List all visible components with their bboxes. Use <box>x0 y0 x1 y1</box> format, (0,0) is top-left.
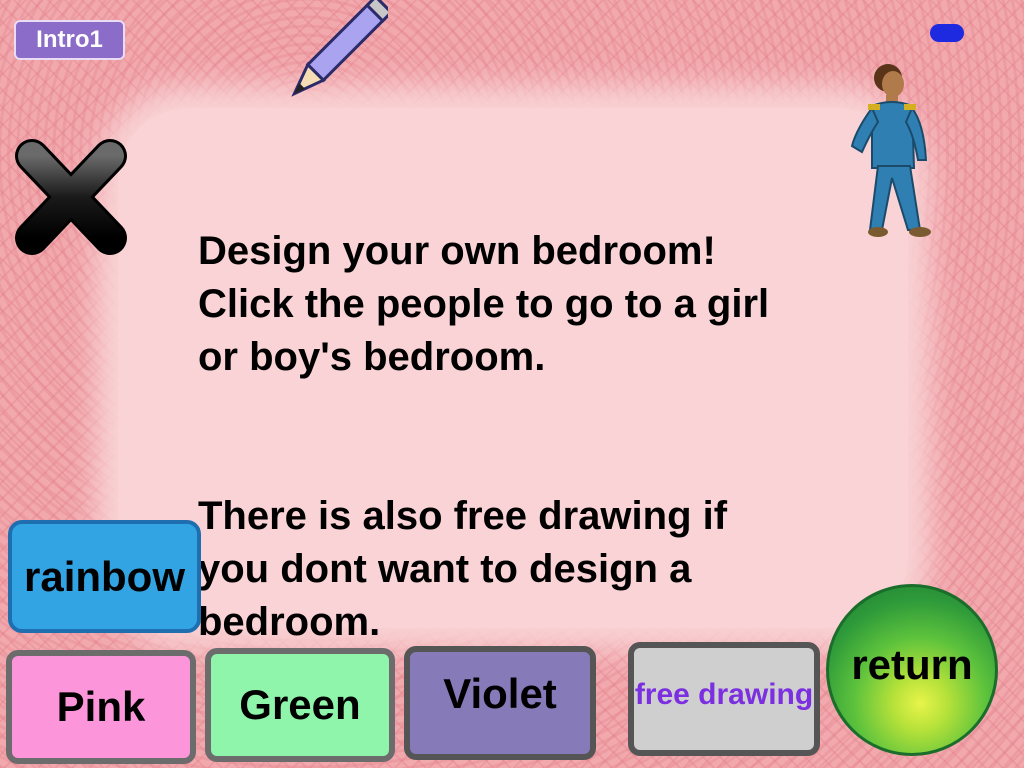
instruction-text: Design your own bedroom! Click the peopl… <box>198 172 888 702</box>
instruction-paragraph-2: There is also free drawing if you dont w… <box>198 494 728 644</box>
return-button[interactable]: return <box>826 584 998 756</box>
pencil-icon <box>291 0 388 97</box>
close-icon[interactable] <box>12 136 130 258</box>
rainbow-button[interactable]: rainbow <box>8 520 201 633</box>
instruction-paragraph-1: Design your own bedroom! Click the peopl… <box>198 229 770 379</box>
green-button[interactable]: Green <box>205 648 395 762</box>
blue-indicator-icon <box>930 24 964 42</box>
violet-button[interactable]: Violet <box>404 646 596 760</box>
free-drawing-button[interactable]: free drawing <box>628 642 820 756</box>
game-stage: Intro1 Design your own bedroom! Click th… <box>0 0 1024 768</box>
pink-button[interactable]: Pink <box>6 650 196 764</box>
scene-label-badge: Intro1 <box>14 20 125 60</box>
